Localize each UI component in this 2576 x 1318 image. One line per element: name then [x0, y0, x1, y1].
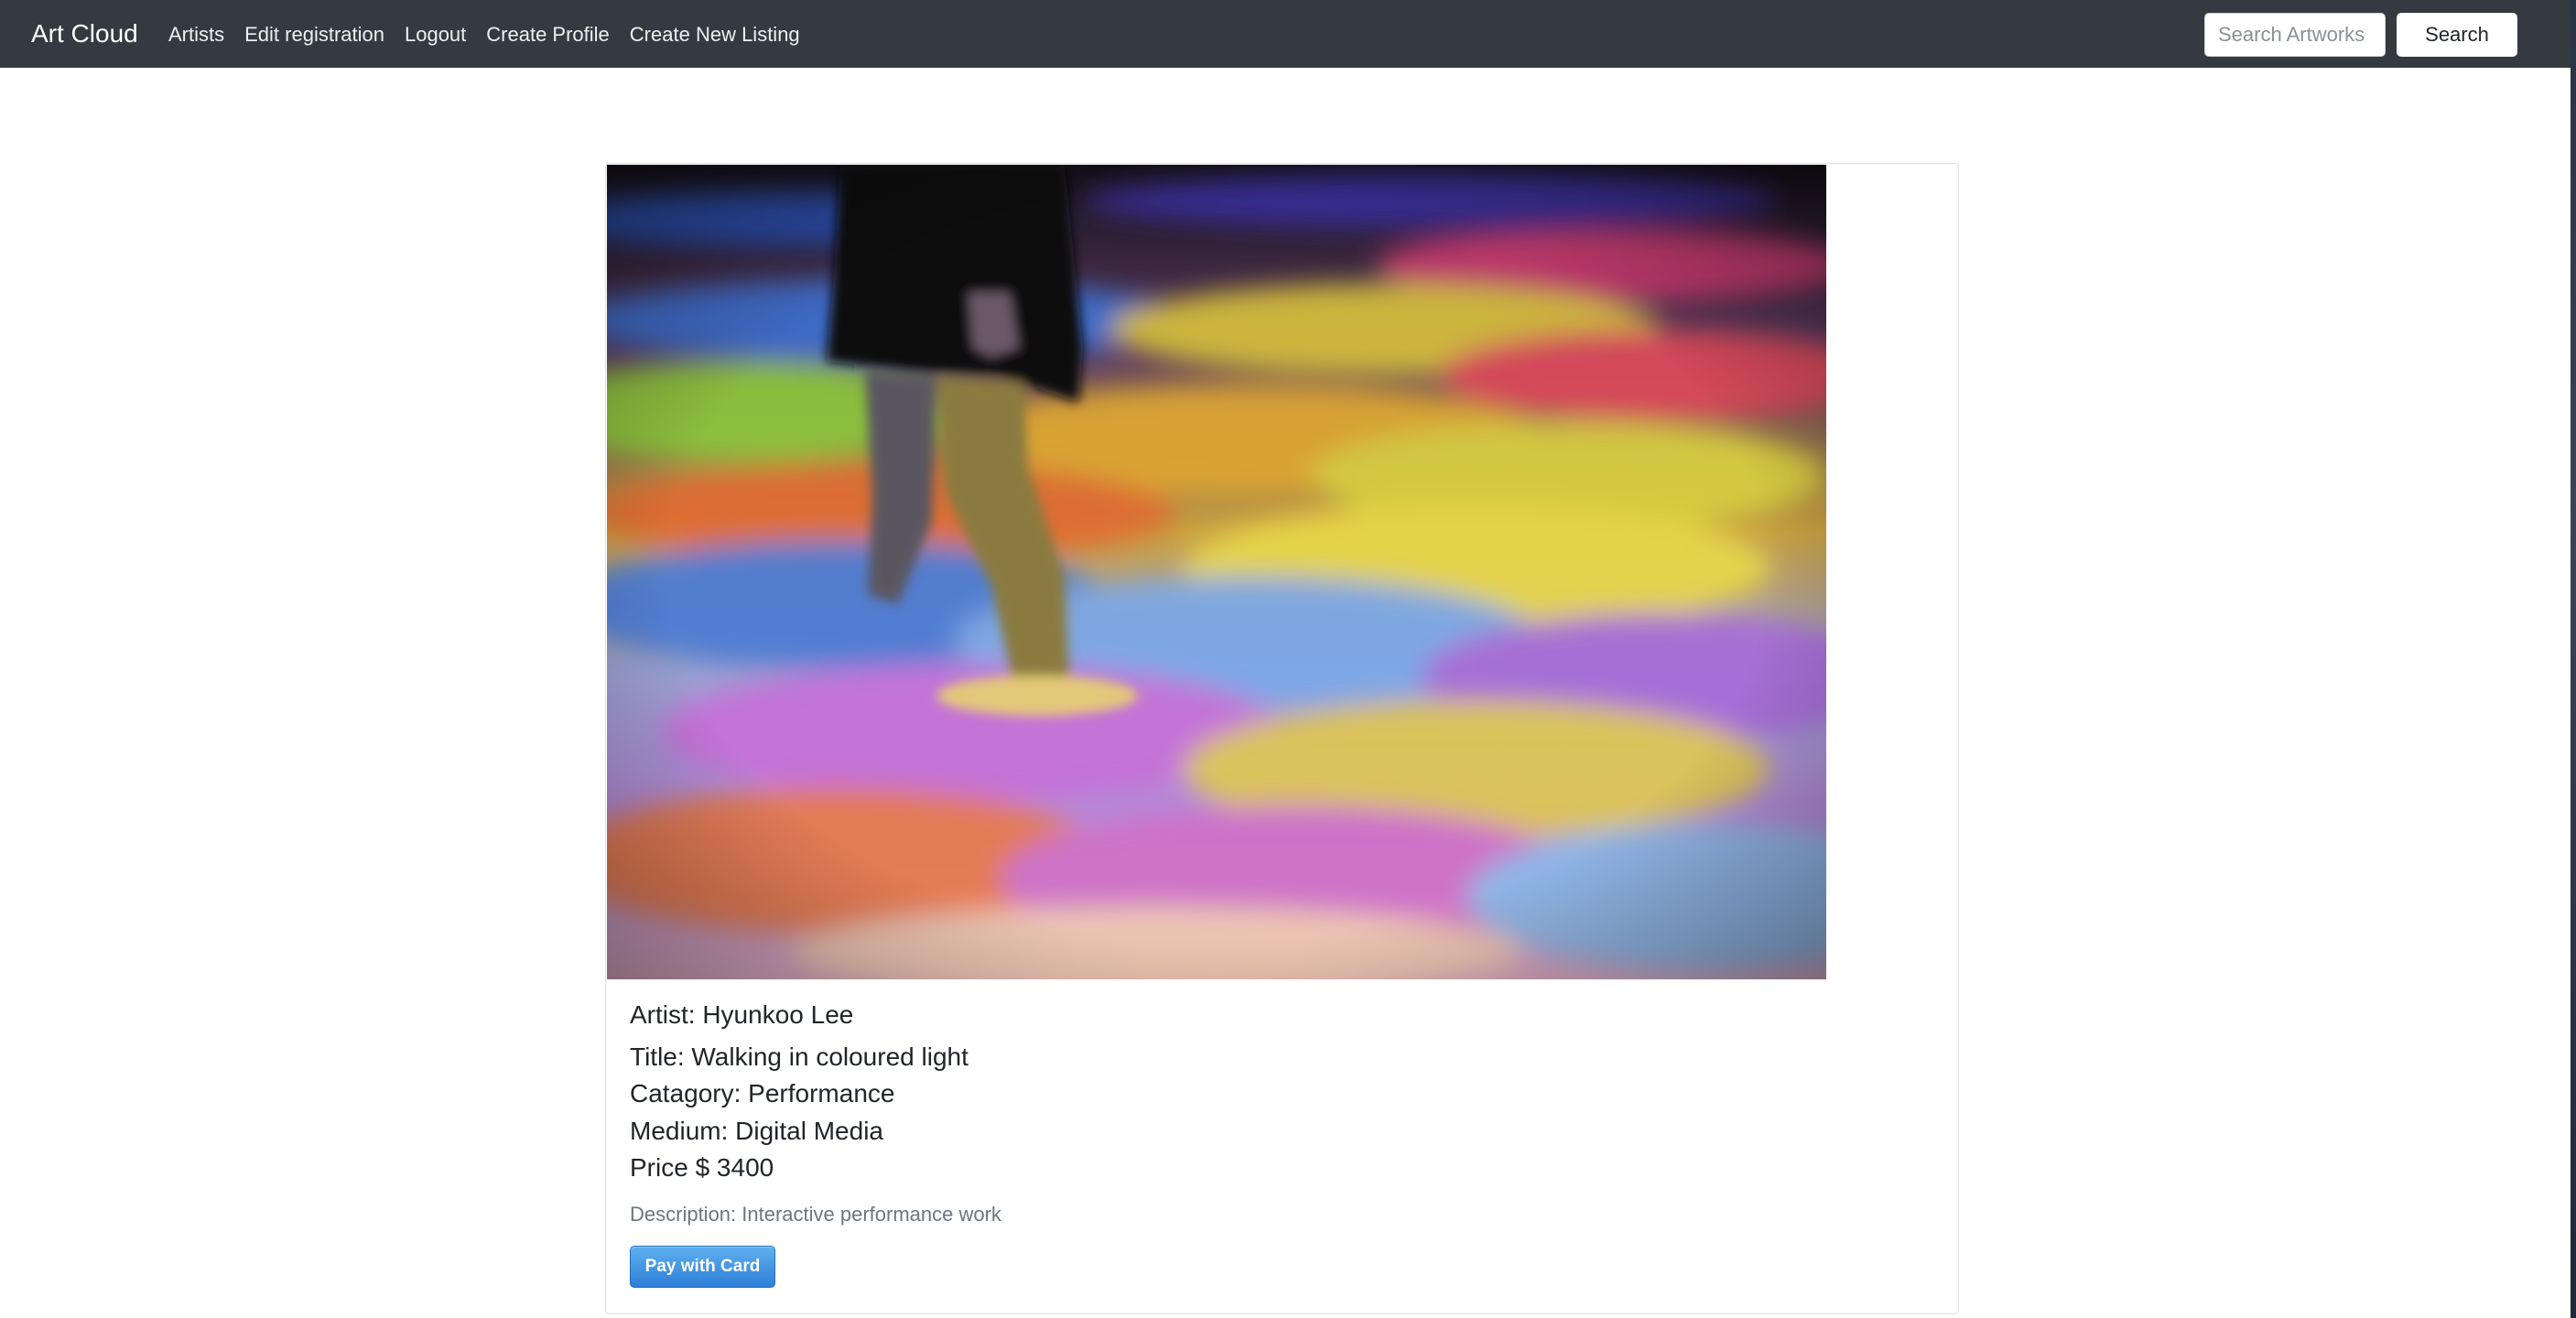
artwork-image: [607, 165, 1826, 979]
artwork-medium: Medium: Digital Media: [630, 1117, 883, 1145]
nav-links: Artists Edit registration Logout Create …: [168, 18, 820, 51]
top-navbar: Art Cloud Artists Edit registration Logo…: [0, 0, 2576, 68]
artwork-title: Title: Walking in coloured light: [630, 1043, 969, 1071]
search-button[interactable]: Search: [2397, 13, 2517, 57]
nav-link-create-new-listing[interactable]: Create New Listing: [630, 18, 800, 51]
nav-link-artists[interactable]: Artists: [168, 18, 224, 51]
brand-logo-link[interactable]: Art Cloud: [31, 16, 138, 52]
window-edge: [2571, 0, 2576, 1318]
artwork-description: Description: Interactive performance wor…: [630, 1203, 1001, 1226]
listing-card: Artist: Hyunkoo Lee Title: Walking in co…: [605, 163, 1959, 1314]
pay-with-card-button[interactable]: Pay with Card: [630, 1246, 775, 1288]
artwork-price: Price $ 3400: [630, 1153, 774, 1182]
artwork-category: Catagory: Performance: [630, 1079, 895, 1107]
page: Art Cloud Artists Edit registration Logo…: [0, 0, 2576, 1318]
search-input[interactable]: [2204, 13, 2386, 57]
artist-name: Artist: Hyunkoo Lee: [630, 1000, 854, 1029]
nav-link-edit-registration[interactable]: Edit registration: [244, 18, 384, 51]
nav-link-create-profile[interactable]: Create Profile: [486, 18, 610, 51]
nav-link-logout[interactable]: Logout: [405, 18, 466, 51]
